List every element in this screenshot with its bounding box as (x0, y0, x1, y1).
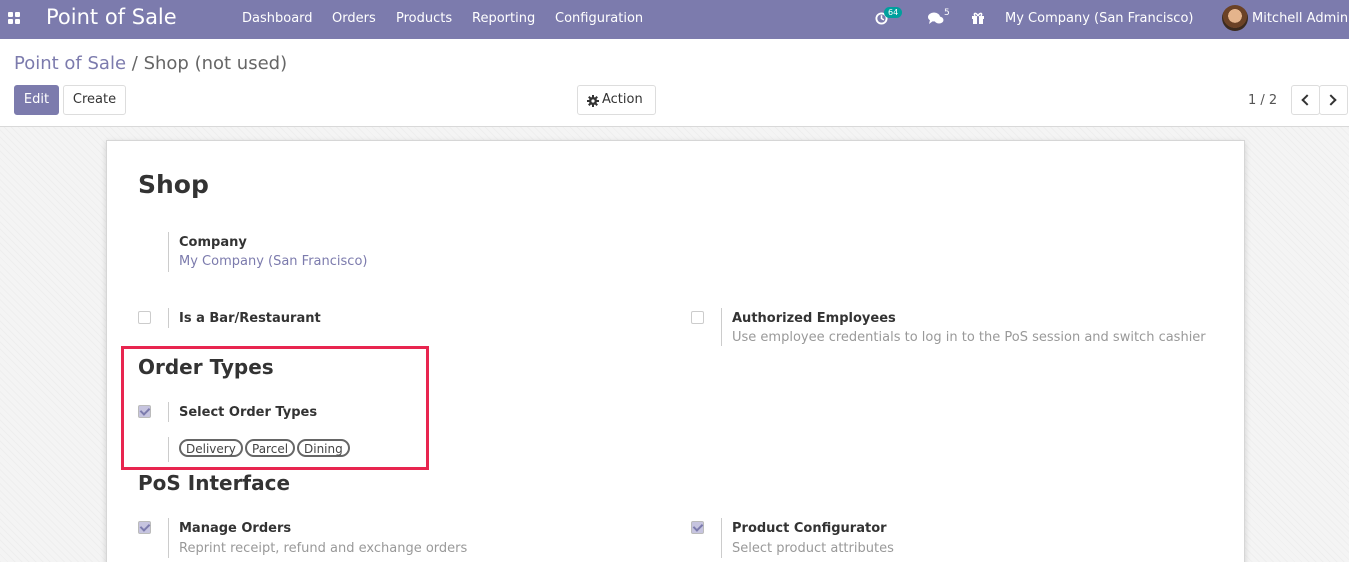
company-switcher[interactable]: My Company (San Francisco) (1005, 11, 1193, 26)
product-configurator-help: Select product attributes (732, 541, 894, 556)
highlight-box (121, 346, 429, 470)
action-button[interactable]: Action (577, 85, 656, 115)
apps-menu-icon[interactable] (8, 12, 21, 25)
user-menu[interactable]: Mitchell Admin (1252, 11, 1348, 26)
record-title: Shop (138, 170, 209, 199)
breadcrumb: Point of Sale / Shop (not used) (14, 53, 287, 74)
edit-button[interactable]: Edit (14, 85, 59, 115)
company-label: Company (179, 235, 247, 250)
action-label: Action (602, 92, 643, 107)
chevron-right-icon (1325, 94, 1337, 106)
company-field[interactable]: My Company (San Francisco) (179, 254, 367, 269)
chevron-left-icon (1301, 94, 1313, 106)
app-title: Point of Sale (46, 5, 177, 29)
gear-icon (587, 95, 599, 107)
manage-orders-checkbox[interactable] (138, 521, 151, 534)
messages-count: 5 (944, 8, 950, 18)
menu-products[interactable]: Products (396, 11, 452, 26)
product-configurator-checkbox[interactable] (691, 521, 704, 534)
breadcrumb-parent[interactable]: Point of Sale (14, 53, 126, 74)
activities-button[interactable]: 64 (873, 0, 913, 39)
product-configurator-label: Product Configurator (732, 521, 887, 536)
is-bar-restaurant-label: Is a Bar/Restaurant (179, 311, 321, 326)
pager-next-button[interactable] (1319, 85, 1348, 115)
authorized-employees-label: Authorized Employees (732, 311, 896, 326)
authorized-employees-help: Use employee credentials to log in to th… (732, 330, 1206, 345)
menu-configuration[interactable]: Configuration (555, 11, 643, 26)
gift-button[interactable] (969, 0, 987, 39)
pager-value: 1 / 2 (1248, 93, 1278, 108)
create-button[interactable]: Create (63, 85, 126, 115)
gift-icon (972, 12, 984, 24)
menu-dashboard[interactable]: Dashboard (242, 11, 313, 26)
field-separator (721, 308, 722, 346)
menu-orders[interactable]: Orders (332, 11, 376, 26)
control-panel: Point of Sale / Shop (not used) Edit Cre… (0, 39, 1349, 127)
manage-orders-help: Reprint receipt, refund and exchange ord… (179, 541, 468, 556)
field-separator (721, 518, 722, 558)
top-navbar: Point of Sale Dashboard Orders Products … (0, 0, 1349, 39)
field-separator (168, 232, 169, 272)
section-pos-interface: PoS Interface (138, 471, 291, 495)
breadcrumb-separator: / (131, 53, 138, 74)
authorized-employees-checkbox[interactable] (691, 311, 704, 324)
is-bar-restaurant-checkbox[interactable] (138, 311, 151, 324)
breadcrumb-current: Shop (not used) (143, 53, 288, 74)
user-avatar[interactable] (1222, 5, 1248, 31)
menu-reporting[interactable]: Reporting (472, 11, 535, 26)
field-separator (168, 518, 169, 558)
comments-icon (928, 12, 944, 24)
messages-button[interactable]: 5 (927, 0, 955, 39)
pager-previous-button[interactable] (1291, 85, 1320, 115)
manage-orders-label: Manage Orders (179, 521, 292, 536)
activities-count-badge: 64 (884, 7, 903, 18)
field-separator (168, 308, 169, 328)
